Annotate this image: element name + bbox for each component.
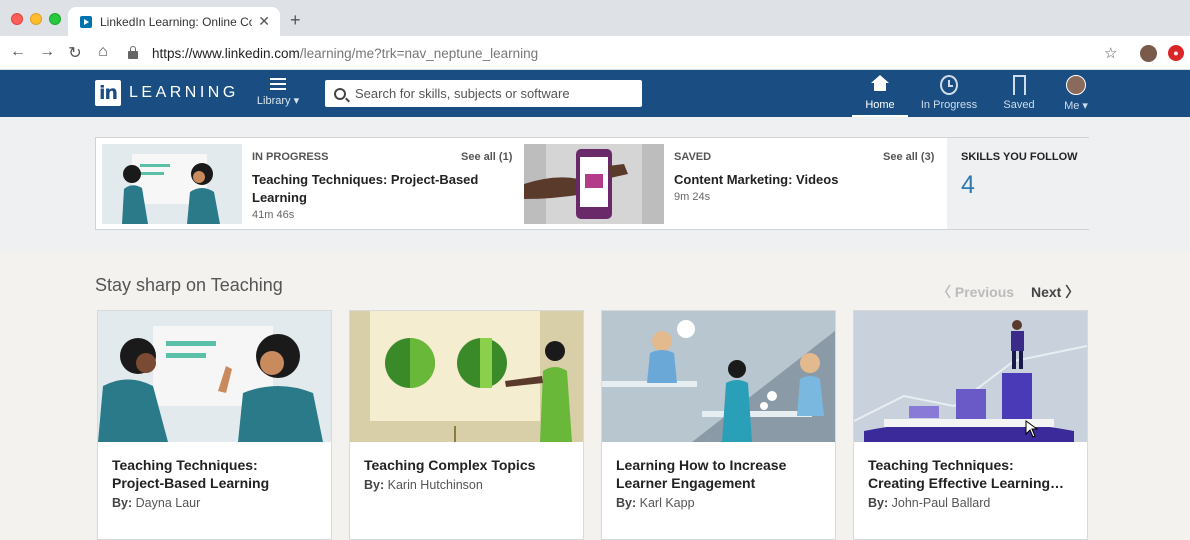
saved-course-title[interactable]: Content Marketing: Videos xyxy=(674,171,914,189)
next-button[interactable]: Next 〉 xyxy=(1031,282,1079,302)
back-icon[interactable]: ← xyxy=(8,43,28,61)
previous-button[interactable]: 〈 Previous xyxy=(937,282,1014,302)
linkedin-learning-favicon-icon xyxy=(80,15,92,28)
course-thumbnail xyxy=(98,311,331,442)
library-menu[interactable]: Library ▾ xyxy=(255,76,301,107)
course-title: Learning How to Increase Learner Engagem… xyxy=(616,457,787,491)
browser-tabbar: LinkedIn Learning: Online Cou ✕ + xyxy=(0,0,1190,36)
in-progress-label: IN PROGRESS xyxy=(252,151,329,163)
clock-icon xyxy=(940,75,958,95)
in-progress-duration: 41m 46s xyxy=(252,209,295,221)
in-progress-course-title[interactable]: Teaching Techniques: Project-Based Learn… xyxy=(252,171,492,207)
course-author: By: Karin Hutchinson xyxy=(364,478,483,492)
course-thumbnail xyxy=(854,311,1087,442)
course-thumbnail xyxy=(350,311,583,442)
search-input[interactable] xyxy=(355,86,635,101)
lock-icon xyxy=(128,46,138,59)
course-card[interactable]: Learning How to Increase Learner Engagem… xyxy=(601,310,836,540)
browser-tab[interactable]: LinkedIn Learning: Online Cou ✕ xyxy=(68,7,280,36)
reload-icon[interactable]: ↻ xyxy=(65,43,85,63)
course-title: Teaching Techniques: Project-Based Learn… xyxy=(112,457,270,491)
tab-close-icon[interactable]: ✕ xyxy=(258,13,270,30)
course-title: Teaching Complex Topics xyxy=(364,457,536,473)
new-tab-button[interactable]: + xyxy=(290,10,301,31)
nav-in-progress[interactable]: In Progress xyxy=(918,75,980,111)
learning-summary-card: IN PROGRESS See all (1) Teaching Techniq… xyxy=(95,137,1089,230)
search-box[interactable] xyxy=(325,80,642,107)
nav-saved[interactable]: Saved xyxy=(997,75,1041,111)
in-progress-thumbnail[interactable] xyxy=(102,144,242,224)
saved-label: SAVED xyxy=(674,151,712,163)
bookmark-star-icon[interactable]: ☆ xyxy=(1104,44,1117,62)
skills-label: SKILLS YOU FOLLOW xyxy=(961,151,1078,163)
learning-wordmark[interactable]: LEARNING xyxy=(129,84,239,102)
nav-home[interactable]: Home xyxy=(852,75,908,117)
saved-thumbnail[interactable] xyxy=(524,144,664,224)
tab-title: LinkedIn Learning: Online Cou xyxy=(100,14,253,29)
bookmark-icon xyxy=(1012,75,1026,96)
course-card[interactable]: Teaching Techniques: Creating Effective … xyxy=(853,310,1088,540)
course-author: By: John-Paul Ballard xyxy=(868,496,991,510)
home-page-icon[interactable]: ⌂ xyxy=(93,43,113,61)
hamburger-icon xyxy=(270,78,286,90)
course-card[interactable]: Teaching Complex Topics By: Karin Hutchi… xyxy=(349,310,584,540)
linkedin-logo[interactable]: in xyxy=(95,80,121,106)
avatar xyxy=(1066,75,1086,95)
home-icon xyxy=(871,75,889,95)
course-author: By: Karl Kapp xyxy=(616,496,695,510)
browser-toolbar: ← → ↻ ⌂ https://www.linkedin.com/learnin… xyxy=(0,36,1190,70)
saved-see-all-link[interactable]: See all (3) xyxy=(883,151,934,163)
close-window-button[interactable] xyxy=(11,13,23,25)
in-progress-see-all-link[interactable]: See all (1) xyxy=(461,151,512,163)
nav-home-label: Home xyxy=(865,99,895,111)
profile-avatar[interactable] xyxy=(1140,45,1157,62)
search-icon xyxy=(334,87,346,100)
skills-you-follow[interactable]: SKILLS YOU FOLLOW 4 xyxy=(947,138,1089,229)
saved-duration: 9m 24s xyxy=(674,191,711,203)
nav-me[interactable]: Me ▾ xyxy=(1056,75,1096,112)
course-title: Teaching Techniques: Creating Effective … xyxy=(868,457,1065,491)
course-card[interactable]: Teaching Techniques: Project-Based Learn… xyxy=(97,310,332,540)
minimize-window-button[interactable] xyxy=(30,13,42,25)
site-header: in LEARNING Library ▾ Home In Progress S… xyxy=(0,70,1190,117)
nav-in-progress-label: In Progress xyxy=(920,99,978,111)
section-title: Stay sharp on Teaching xyxy=(95,275,283,295)
url-text: https://www.linkedin.com/learning/me?trk… xyxy=(152,45,539,61)
maximize-window-button[interactable] xyxy=(49,13,61,25)
forward-icon[interactable]: → xyxy=(37,43,57,61)
nav-saved-label: Saved xyxy=(1003,99,1035,111)
skills-count: 4 xyxy=(961,171,975,199)
address-bar[interactable]: https://www.linkedin.com/learning/me?trk… xyxy=(122,41,1122,65)
extension-icon[interactable]: ● xyxy=(1168,45,1184,61)
nav-me-label: Me ▾ xyxy=(1064,100,1088,112)
library-label: Library ▾ xyxy=(256,95,300,107)
course-thumbnail xyxy=(602,311,835,442)
course-author: By: Dayna Laur xyxy=(112,496,201,510)
